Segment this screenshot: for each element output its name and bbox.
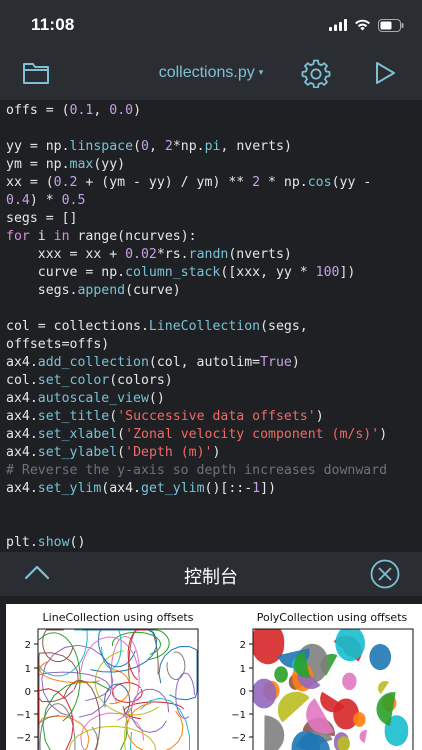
code-line: ax4.add_collection(col, autolim=True) — [6, 355, 300, 370]
code-line: curve = np.column_stack([xxx, yy * 100]) — [6, 265, 356, 280]
poly-shape — [253, 678, 277, 709]
gear-icon[interactable] — [301, 58, 331, 88]
chevron-down-icon: ▾ — [258, 67, 264, 77]
code-line: offs = (0.1, 0.0) — [6, 103, 142, 118]
line-curve — [39, 660, 100, 684]
code-line: ax4.autoscale_view() — [6, 391, 165, 406]
editor-toolbar: collections.py ▾ — [0, 48, 422, 100]
signal-icon — [329, 19, 347, 31]
poly-shape — [342, 672, 357, 690]
code-line: segs = [] — [6, 211, 78, 226]
poly-shape — [277, 691, 310, 723]
console-output: LineCollection using offsets PolyCollect… — [0, 596, 422, 750]
code-line: ax4.set_title('Successive data offsets') — [6, 409, 324, 424]
poly-collection — [253, 629, 409, 750]
code-line: xxx = xx + 0.02*rs.randn(nverts) — [6, 247, 292, 262]
code-line: plt.show() — [6, 535, 86, 550]
code-line: ym = np.max(yy) — [6, 157, 126, 172]
code-line: col.set_color(colors) — [6, 373, 173, 388]
y-tick-label: 2 — [240, 640, 246, 651]
plot-figure: LineCollection using offsets PolyCollect… — [6, 604, 422, 750]
code-line: offsets=offs) — [6, 337, 110, 352]
y-tick-label: −1 — [16, 710, 31, 721]
line-curve — [129, 697, 191, 750]
code-line: 0.4) * 0.5 — [6, 193, 86, 208]
code-line: xx = (0.2 + (ym - yy) / ym) ** 2 * np.co… — [6, 175, 372, 190]
poly-shape — [274, 666, 288, 683]
status-bar: 11:08 — [0, 0, 422, 48]
status-time: 11:08 — [31, 15, 75, 34]
battery-icon — [378, 18, 404, 32]
code-editor[interactable]: offs = (0.1, 0.0) yy = np.linspace(0, 2*… — [0, 100, 422, 552]
chart-title-right: PolyCollection using offsets — [257, 611, 408, 624]
code-comment: # Reverse the y-axis so depth increases … — [6, 463, 388, 478]
y-tick-label: 0 — [25, 687, 31, 698]
code-line: segs.append(curve) — [6, 283, 181, 298]
code-line: yy = np.linspace(0, 2*np.pi, nverts) — [6, 139, 292, 154]
line-curve — [100, 629, 122, 669]
line-collection — [38, 629, 198, 750]
poly-shape — [369, 643, 392, 671]
wifi-icon — [355, 19, 370, 31]
code-line: ax4.set_xlabel('Zonal velocity component… — [6, 427, 388, 442]
poly-shape — [335, 629, 365, 662]
code-line: for i in range(ncurves): — [6, 229, 197, 244]
y-tick-label: 1 — [25, 664, 31, 675]
code-line: ax4.set_ylabel('Depth (m)') — [6, 445, 221, 460]
poly-shape — [359, 729, 368, 743]
line-curve — [158, 645, 198, 701]
chart-title-left: LineCollection using offsets — [43, 611, 194, 624]
poly-shape — [377, 680, 389, 694]
line-curve — [175, 672, 195, 719]
line-curve — [42, 629, 74, 662]
close-circle-icon[interactable] — [370, 559, 400, 589]
y-tick-label: 1 — [240, 664, 246, 675]
y-tick-label: −2 — [231, 733, 246, 744]
play-icon[interactable] — [374, 61, 396, 85]
code-line: col = collections.LineCollection(segs, — [6, 319, 308, 334]
y-tick-label: −1 — [231, 710, 246, 721]
file-title-dropdown[interactable]: collections.py ▾ — [0, 64, 422, 82]
y-tick-label: 2 — [25, 640, 31, 651]
line-curve — [126, 702, 184, 750]
console-header: 控制台 — [0, 552, 422, 596]
file-title: collections.py — [158, 64, 255, 81]
console-title: 控制台 — [184, 567, 238, 587]
status-icons — [329, 17, 404, 33]
y-tick-label: −2 — [16, 733, 31, 744]
code-line: ax4.set_ylim(ax4.get_ylim()[::-1]) — [6, 481, 277, 496]
poly-shape — [353, 712, 366, 727]
line-curve — [166, 651, 186, 681]
y-tick-label: 0 — [240, 687, 246, 698]
plot-canvas: LineCollection using offsets PolyCollect… — [16, 611, 414, 750]
